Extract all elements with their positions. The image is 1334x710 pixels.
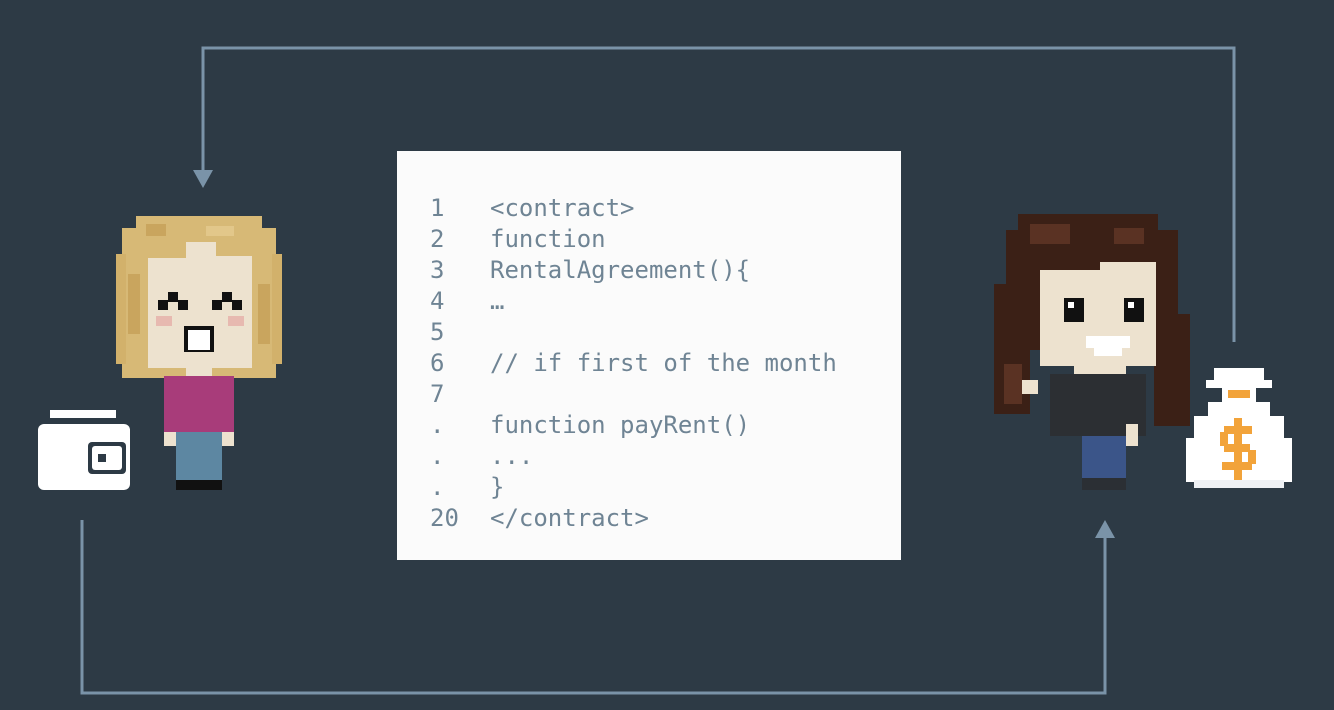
line-number: 7 — [430, 380, 445, 408]
code-text: // if first of the month — [490, 349, 837, 377]
code-text: } — [490, 473, 505, 501]
code-text: … — [490, 287, 505, 315]
code-text: function — [490, 225, 606, 253]
tenant-avatar — [116, 214, 282, 494]
bottom-arrowhead — [1095, 520, 1115, 538]
line-number: 2 — [430, 225, 445, 253]
line-number: 4 — [430, 287, 445, 315]
line-number: . — [430, 442, 445, 470]
line-number: 5 — [430, 318, 445, 346]
line-number: 3 — [430, 256, 445, 284]
smart-contract-card: 1 <contract> 2 function 3 RentalAgreement(){ 4… — [397, 151, 901, 560]
wallet-icon — [38, 410, 132, 492]
code-text: RentalAgreement(){ — [490, 256, 751, 284]
line-number: 1 — [430, 194, 445, 222]
line-number: . — [430, 411, 445, 439]
line-number: 6 — [430, 349, 445, 377]
top-arrowhead — [193, 170, 213, 188]
code-text: ... — [490, 442, 534, 470]
line-number: 20 — [430, 504, 459, 532]
code-text: </contract> — [490, 504, 649, 532]
code-text: <contract> — [490, 194, 635, 222]
code-text: function payRent() — [490, 411, 751, 439]
line-number: . — [430, 473, 445, 501]
landlord-avatar — [994, 214, 1194, 494]
money-bag-icon — [1184, 368, 1294, 492]
